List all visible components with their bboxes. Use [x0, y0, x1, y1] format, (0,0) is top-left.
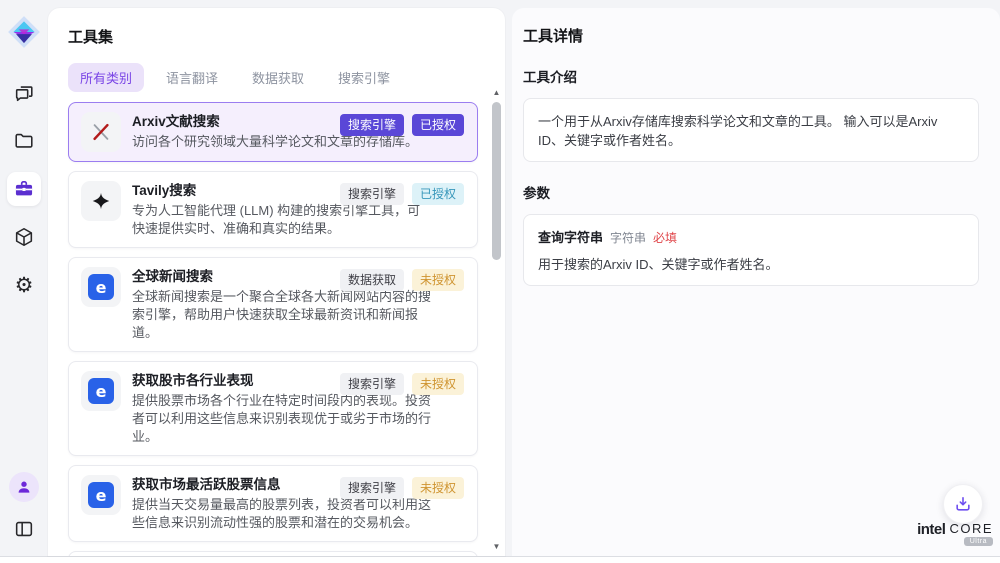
star-icon — [81, 181, 121, 221]
bottom-edge-strip — [0, 556, 1000, 563]
auth-status-badge: 已授权 — [412, 183, 464, 205]
tab-search-engine[interactable]: 搜索引擎 — [326, 63, 402, 92]
core-wordmark: CORE — [949, 521, 993, 536]
tool-card-regional-news[interactable]: 万维地区新闻查询 查询具体行政区划内的新闻，快速了解各地新闻动 搜索引擎 未授权 — [68, 551, 478, 556]
category-tabs: 所有类别 语言翻译 数据获取 搜索引擎 — [68, 63, 505, 92]
params-section-title: 参数 — [523, 182, 979, 202]
scrollbar-track[interactable] — [492, 98, 501, 542]
sidebar-bottom — [7, 472, 41, 546]
scroll-down-icon[interactable]: ▼ — [493, 542, 501, 552]
tool-desc: 专为人工智能代理 (LLM) 构建的搜索引擎工具，可快速提供实时、准确和真实的结… — [132, 202, 432, 238]
auth-status-badge: 未授权 — [412, 269, 464, 291]
download-button[interactable] — [943, 484, 983, 524]
cube-icon — [13, 226, 35, 248]
category-badge: 搜索引擎 — [340, 477, 404, 499]
intel-core-ultra-logo: intel CORE Ultra — [917, 521, 993, 546]
toggle-panel-button[interactable] — [7, 512, 41, 546]
app-window: ⚙ 工具集 所有类别 — [0, 0, 1000, 556]
sidebar-item-settings[interactable]: ⚙ — [7, 268, 41, 302]
param-type: 字符串 — [610, 229, 646, 246]
chat-icon — [13, 82, 35, 104]
tools-panel: 工具集 所有类别 语言翻译 数据获取 搜索引擎 Arxiv文献搜索 访问各个研究… — [48, 8, 505, 556]
param-name: 查询字符串 — [538, 227, 603, 246]
sidebar-item-tools[interactable] — [7, 172, 41, 206]
page-title: 工具集 — [68, 26, 505, 47]
gear-icon: ⚙ — [15, 275, 34, 296]
param-required-badge: 必填 — [653, 229, 677, 246]
tool-details-panel: 工具详情 工具介绍 一个用于从Arxiv存储库搜索科学论文和文章的工具。 输入可… — [512, 8, 1000, 556]
sidebar-item-chat[interactable] — [7, 76, 41, 110]
app-logo — [6, 14, 42, 50]
param-card: 查询字符串 字符串 必填 用于搜索的Arxiv ID、关键字或作者姓名。 — [523, 214, 979, 286]
auth-status-badge: 已授权 — [412, 114, 464, 136]
tool-desc: 提供当天交易量最高的股票列表，投资者可以利用这些信息来识别流动性强的股票和潜在的… — [132, 496, 432, 532]
intro-text: 一个用于从Arxiv存储库搜索科学论文和文章的工具。 输入可以是Arxiv ID… — [538, 114, 937, 148]
tool-card-active-stocks[interactable]: e 获取市场最活跃股票信息 提供当天交易量最高的股票列表，投资者可以利用这些信息… — [68, 465, 478, 542]
tool-card-arxiv[interactable]: Arxiv文献搜索 访问各个研究领域大量科学论文和文章的存储库。 搜索引擎 已授… — [68, 102, 478, 162]
download-icon — [953, 494, 973, 514]
tool-desc: 提供股票市场各个行业在特定时间段内的表现。投资者可以利用这些信息来识别表现优于或… — [132, 392, 432, 446]
folder-icon — [13, 130, 35, 152]
sidebar-rail: ⚙ — [0, 8, 48, 556]
details-title: 工具详情 — [523, 25, 979, 46]
tool-list: Arxiv文献搜索 访问各个研究领域大量科学论文和文章的存储库。 搜索引擎 已授… — [48, 92, 505, 556]
category-badge: 搜索引擎 — [340, 114, 404, 136]
param-desc: 用于搜索的Arxiv ID、关键字或作者姓名。 — [538, 254, 964, 273]
arxiv-icon — [81, 112, 121, 152]
person-icon — [15, 478, 33, 496]
layout-panel-icon — [13, 518, 35, 540]
intro-section-title: 工具介绍 — [523, 66, 979, 86]
tool-desc: 全球新闻搜索是一个聚合全球各大新闻网站内容的搜索引擎，帮助用户快速获取全球最新资… — [132, 288, 432, 342]
tool-card-sector-performance[interactable]: e 获取股市各行业表现 提供股票市场各个行业在特定时间段内的表现。投资者可以利用… — [68, 361, 478, 456]
news-e-icon: e — [81, 371, 121, 411]
tool-card-global-news[interactable]: e 全球新闻搜索 全球新闻搜索是一个聚合全球各大新闻网站内容的搜索引擎，帮助用户… — [68, 257, 478, 352]
sidebar-nav: ⚙ — [7, 76, 41, 302]
sidebar-item-files[interactable] — [7, 124, 41, 158]
category-badge: 搜索引擎 — [340, 373, 404, 395]
toolbox-icon — [13, 178, 35, 200]
auth-status-badge: 未授权 — [412, 477, 464, 499]
category-badge: 搜索引擎 — [340, 183, 404, 205]
scroll-up-icon[interactable]: ▲ — [493, 88, 501, 98]
news-e-icon: e — [81, 267, 121, 307]
tool-card-tavily[interactable]: Tavily搜索 专为人工智能代理 (LLM) 构建的搜索引擎工具，可快速提供实… — [68, 171, 478, 248]
scrollbar-thumb[interactable] — [492, 102, 501, 260]
tab-data-fetch[interactable]: 数据获取 — [240, 63, 316, 92]
tab-all-categories[interactable]: 所有类别 — [68, 63, 144, 92]
intro-card: 一个用于从Arxiv存储库搜索科学论文和文章的工具。 输入可以是Arxiv ID… — [523, 98, 979, 162]
auth-status-badge: 未授权 — [412, 373, 464, 395]
app-logo-icon — [6, 14, 42, 50]
sidebar-item-packages[interactable] — [7, 220, 41, 254]
list-scrollbar[interactable]: ▲ ▼ — [490, 88, 503, 552]
news-e-icon: e — [81, 475, 121, 515]
user-avatar[interactable] — [9, 472, 39, 502]
ultra-badge: Ultra — [964, 537, 993, 546]
category-badge: 数据获取 — [340, 269, 404, 291]
tab-translation[interactable]: 语言翻译 — [154, 63, 230, 92]
intel-wordmark: intel — [917, 521, 945, 538]
